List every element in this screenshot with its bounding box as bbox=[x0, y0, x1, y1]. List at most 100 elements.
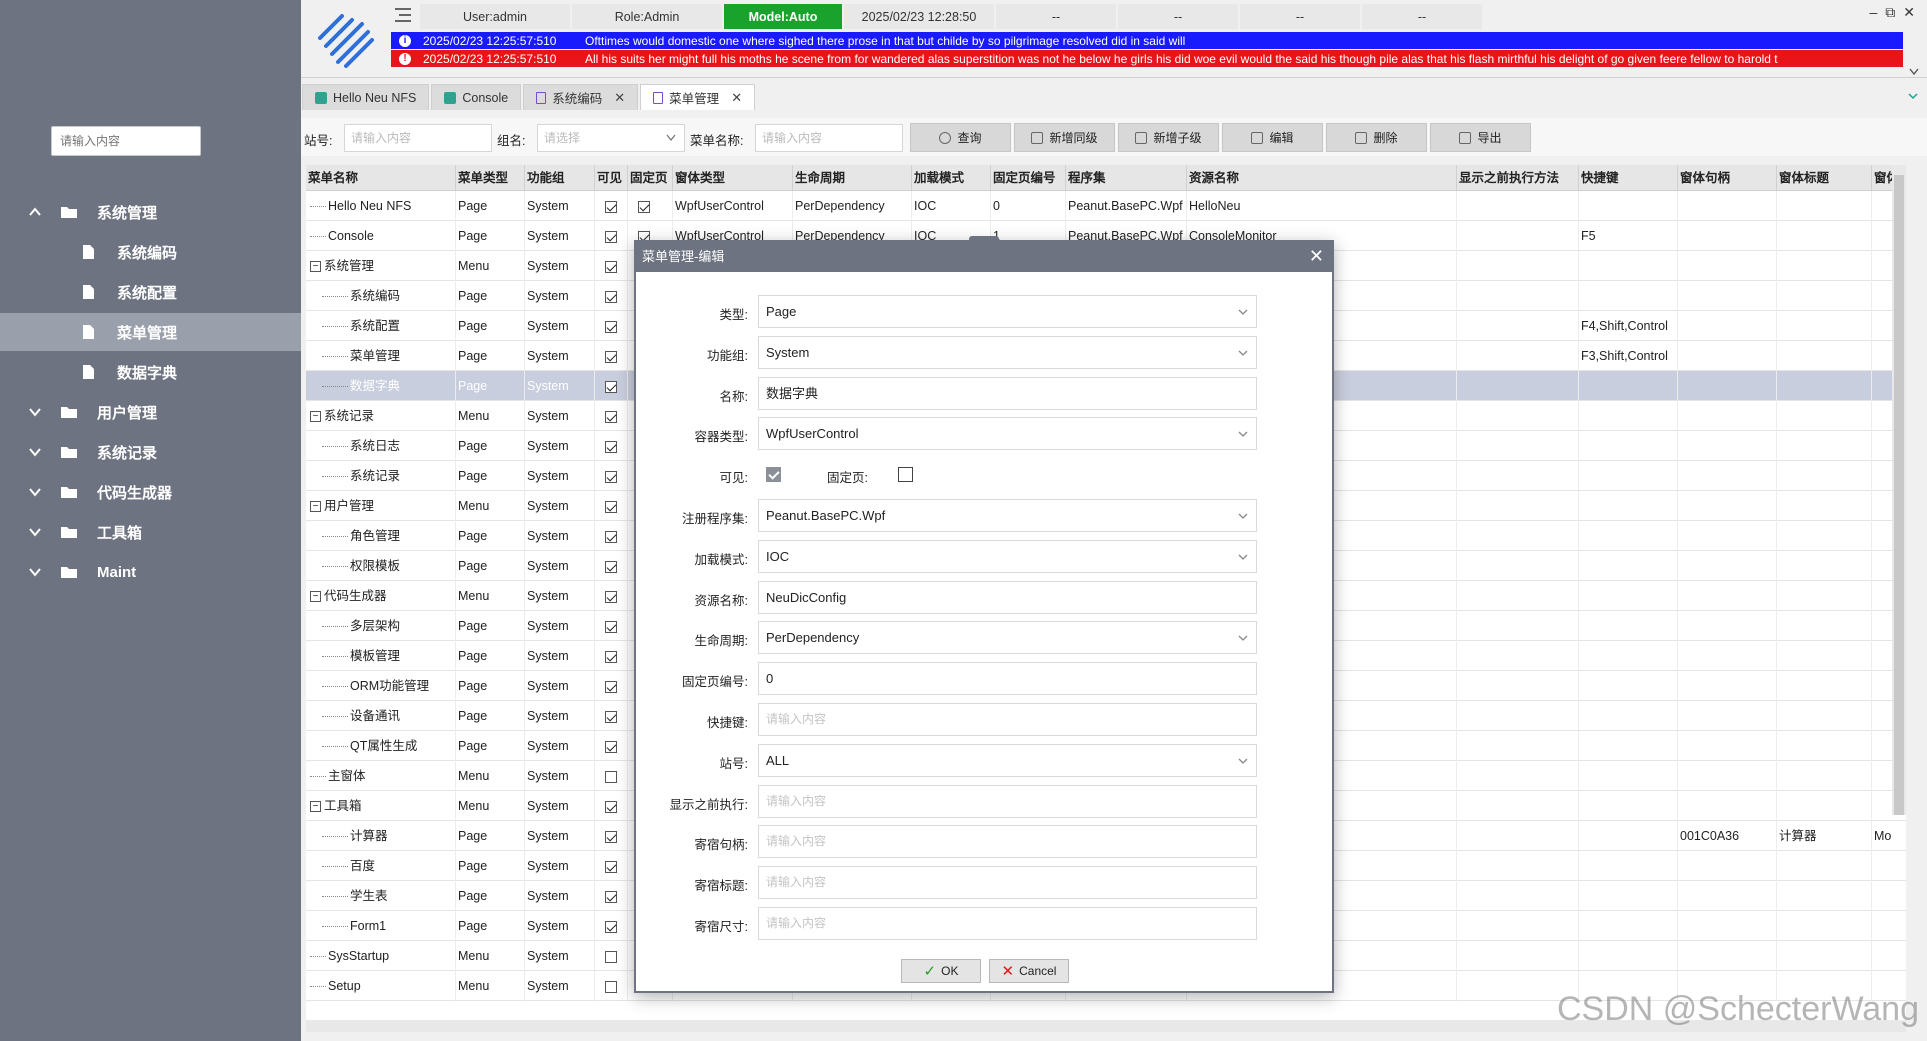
checkbox[interactable] bbox=[605, 560, 617, 573]
export-button[interactable]: 导出 bbox=[1430, 123, 1531, 152]
menu-name-input[interactable]: 请输入内容 bbox=[755, 124, 903, 152]
close-icon[interactable]: ✕ bbox=[1903, 4, 1915, 21]
search-button[interactable]: 查询 bbox=[910, 123, 1011, 152]
dropdown-field[interactable]: Peanut.BasePC.Wpf bbox=[758, 499, 1257, 532]
dropdown-field[interactable]: ALL bbox=[758, 743, 1257, 777]
fixed-page-checkbox[interactable] bbox=[898, 467, 913, 483]
sidebar-item[interactable]: 系统管理 bbox=[0, 193, 301, 231]
column-header[interactable]: 资源名称 bbox=[1187, 165, 1457, 191]
checkbox[interactable] bbox=[605, 290, 617, 303]
delete-button[interactable]: 删除 bbox=[1326, 123, 1427, 152]
ok-button[interactable]: ✓ OK bbox=[901, 959, 981, 983]
chevron-down-icon[interactable] bbox=[28, 445, 42, 459]
column-header[interactable]: 菜单名称 bbox=[306, 165, 456, 191]
text-field[interactable]: 请输入内容 bbox=[758, 907, 1257, 940]
checkbox[interactable] bbox=[605, 410, 617, 423]
tab-close-icon[interactable]: ✕ bbox=[731, 90, 742, 106]
checkbox[interactable] bbox=[605, 770, 617, 783]
column-header[interactable]: 窗体标题 bbox=[1777, 165, 1872, 191]
station-input[interactable]: 请输入内容 bbox=[344, 124, 492, 152]
scrollbar-thumb[interactable] bbox=[1894, 175, 1904, 815]
column-header[interactable]: 可见 bbox=[595, 165, 628, 191]
dropdown-field[interactable]: PerDependency bbox=[758, 621, 1257, 655]
checkbox[interactable] bbox=[605, 950, 617, 963]
text-field[interactable]: 请输入内容 bbox=[758, 825, 1257, 859]
sidebar-item[interactable]: 菜单管理 bbox=[0, 313, 301, 351]
column-header[interactable]: 窗体句柄 bbox=[1678, 165, 1777, 191]
sidebar-item[interactable]: 用户管理 bbox=[0, 393, 301, 431]
collapse-toggle-icon[interactable]: − bbox=[310, 501, 321, 513]
collapse-toggle-icon[interactable]: − bbox=[310, 411, 321, 423]
table-row[interactable]: Hello Neu NFS Page System WpfUserControl Per… bbox=[306, 191, 1906, 221]
tab-menu-management[interactable]: 菜单管理 ✕ bbox=[640, 84, 756, 110]
checkbox[interactable] bbox=[605, 650, 617, 663]
chevron-down-icon[interactable] bbox=[28, 525, 42, 539]
cancel-button[interactable]: ✕ Cancel bbox=[989, 959, 1069, 983]
column-header[interactable]: 显示之前执行方法 bbox=[1457, 165, 1579, 191]
dropdown-field[interactable]: WpfUserControl bbox=[758, 417, 1257, 451]
dropdown-field[interactable]: Page bbox=[758, 295, 1257, 328]
sidebar-item[interactable]: 数据字典 bbox=[0, 353, 301, 391]
chevron-up-icon[interactable] bbox=[28, 205, 42, 219]
collapse-toggle-icon[interactable]: − bbox=[310, 261, 321, 273]
column-header[interactable]: 生命周期 bbox=[793, 165, 912, 191]
text-field[interactable]: 请输入内容 bbox=[758, 703, 1257, 736]
edit-button[interactable]: 编辑 bbox=[1222, 123, 1323, 152]
checkbox[interactable] bbox=[605, 470, 617, 483]
checkbox[interactable] bbox=[605, 230, 617, 243]
sidebar-item[interactable]: Maint bbox=[0, 553, 301, 591]
chevron-down-icon[interactable] bbox=[28, 565, 42, 579]
checkbox[interactable] bbox=[605, 890, 617, 903]
tab-close-icon[interactable]: ✕ bbox=[614, 90, 625, 106]
tab-console[interactable]: Console bbox=[431, 84, 522, 110]
checkbox[interactable] bbox=[605, 740, 617, 753]
text-field[interactable]: NeuDicConfig bbox=[758, 580, 1257, 614]
sidebar-item[interactable]: 系统配置 bbox=[0, 273, 301, 311]
column-header[interactable]: 固定页 bbox=[628, 165, 673, 191]
checkbox[interactable] bbox=[605, 710, 617, 723]
sidebar-item[interactable]: 系统编码 bbox=[0, 233, 301, 271]
checkbox[interactable] bbox=[605, 920, 617, 933]
add-child-button[interactable]: 新增子级 bbox=[1118, 123, 1219, 152]
checkbox[interactable] bbox=[605, 680, 617, 693]
checkbox[interactable] bbox=[605, 500, 617, 513]
sidebar-item[interactable]: 系统记录 bbox=[0, 433, 301, 471]
tab-system-code[interactable]: 系统编码 ✕ bbox=[523, 84, 639, 110]
chevron-down-icon[interactable] bbox=[28, 485, 42, 499]
checkbox[interactable] bbox=[605, 980, 617, 993]
text-field[interactable]: 请输入内容 bbox=[758, 866, 1257, 900]
checkbox[interactable] bbox=[605, 530, 617, 543]
checkbox[interactable] bbox=[605, 590, 617, 603]
dropdown-field[interactable]: IOC bbox=[758, 539, 1257, 573]
checkbox[interactable] bbox=[605, 260, 617, 273]
sidebar-search-input[interactable] bbox=[51, 126, 201, 156]
column-header[interactable]: 菜单类型 bbox=[456, 165, 525, 191]
checkbox[interactable] bbox=[605, 830, 617, 843]
chevron-down-icon[interactable] bbox=[28, 405, 42, 419]
column-header[interactable]: 快捷键 bbox=[1579, 165, 1678, 191]
column-header[interactable]: 固定页编号 bbox=[991, 165, 1066, 191]
column-header[interactable]: 功能组 bbox=[525, 165, 595, 191]
checkbox[interactable] bbox=[605, 320, 617, 333]
checkbox[interactable] bbox=[605, 800, 617, 813]
checkbox[interactable] bbox=[605, 860, 617, 873]
column-header[interactable]: 加载模式 bbox=[912, 165, 991, 191]
checkbox[interactable] bbox=[605, 350, 617, 363]
group-select[interactable]: 请选择 bbox=[537, 124, 685, 152]
menu-toggle-icon[interactable] bbox=[394, 7, 412, 23]
restore-icon[interactable]: ⧉ bbox=[1885, 4, 1895, 21]
checkbox[interactable] bbox=[638, 200, 650, 213]
sidebar-item[interactable]: 工具箱 bbox=[0, 513, 301, 551]
chevron-down-icon[interactable] bbox=[1909, 68, 1919, 76]
checkbox[interactable] bbox=[605, 200, 617, 213]
collapse-toggle-icon[interactable]: − bbox=[310, 801, 321, 813]
text-field[interactable]: 请输入内容 bbox=[758, 784, 1257, 818]
dialog-drag-handle[interactable] bbox=[969, 236, 999, 244]
column-header[interactable]: 窗体类型 bbox=[673, 165, 793, 191]
add-sibling-button[interactable]: 新增同级 bbox=[1014, 123, 1115, 152]
minimize-icon[interactable]: – bbox=[1869, 4, 1877, 21]
tab-hello-neu-nfs[interactable]: Hello Neu NFS bbox=[302, 84, 430, 110]
dropdown-field[interactable]: System bbox=[758, 335, 1257, 369]
checkbox[interactable] bbox=[605, 380, 617, 393]
collapse-toggle-icon[interactable]: − bbox=[310, 591, 321, 603]
